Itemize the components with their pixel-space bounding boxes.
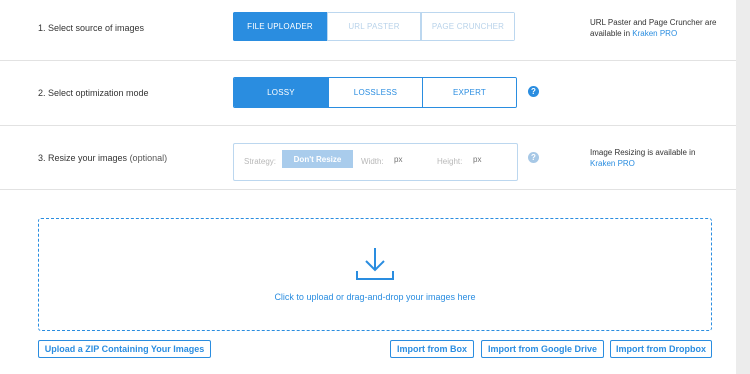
- resize-help-icon[interactable]: ?: [528, 152, 539, 163]
- width-label: Width:: [361, 157, 384, 166]
- resize-label-optional: (optional): [129, 153, 168, 163]
- strategy-label: Strategy:: [244, 157, 277, 166]
- resize-pro-link[interactable]: Kraken PRO: [590, 159, 635, 168]
- url-paster-button[interactable]: URL PASTER: [327, 12, 421, 41]
- source-row: 1. Select source of images FILE UPLOADER…: [0, 0, 736, 61]
- main-panel: 1. Select source of images FILE UPLOADER…: [0, 0, 736, 374]
- import-box-button[interactable]: Import from Box: [390, 340, 474, 358]
- resize-pro-note-text: Image Resizing is available in: [590, 148, 696, 157]
- dropzone-text: Click to upload or drag-and-drop your im…: [274, 292, 476, 302]
- file-uploader-button[interactable]: FILE UPLOADER: [233, 12, 327, 41]
- download-arrow-icon: [356, 248, 394, 280]
- resize-label-text: 3. Resize your images: [38, 153, 128, 163]
- resize-pro-note: Image Resizing is available in Kraken PR…: [590, 147, 710, 169]
- source-selector: FILE UPLOADER URL PASTER PAGE CRUNCHER: [233, 12, 515, 41]
- optimization-row: 2. Select optimization mode LOSSY LOSSLE…: [0, 61, 736, 126]
- optimization-label: 2. Select optimization mode: [38, 88, 149, 98]
- strategy-select[interactable]: Don't Resize: [282, 150, 353, 168]
- page-cruncher-button[interactable]: PAGE CRUNCHER: [421, 12, 515, 41]
- upload-dropzone[interactable]: Click to upload or drag-and-drop your im…: [38, 218, 712, 331]
- upload-zip-button[interactable]: Upload a ZIP Containing Your Images: [38, 340, 211, 358]
- optimization-help-icon[interactable]: ?: [528, 86, 539, 97]
- height-input[interactable]: [473, 152, 509, 167]
- resize-controls: Strategy: Don't Resize Width: Height:: [233, 143, 518, 181]
- width-input[interactable]: [394, 152, 430, 167]
- source-pro-note: URL Paster and Page Cruncher are availab…: [590, 17, 725, 39]
- source-label: 1. Select source of images: [38, 23, 145, 33]
- resize-label: 3. Resize your images (optional): [38, 153, 167, 163]
- optimization-selector: LOSSY LOSSLESS EXPERT: [233, 77, 517, 108]
- page-scrollbar[interactable]: [736, 0, 750, 374]
- lossy-button[interactable]: LOSSY: [234, 78, 328, 107]
- lossless-button[interactable]: LOSSLESS: [328, 78, 422, 107]
- import-google-drive-button[interactable]: Import from Google Drive: [481, 340, 604, 358]
- height-label: Height:: [437, 157, 463, 166]
- expert-button[interactable]: EXPERT: [422, 78, 516, 107]
- import-dropbox-button[interactable]: Import from Dropbox: [610, 340, 712, 358]
- source-pro-link[interactable]: Kraken PRO: [632, 29, 677, 38]
